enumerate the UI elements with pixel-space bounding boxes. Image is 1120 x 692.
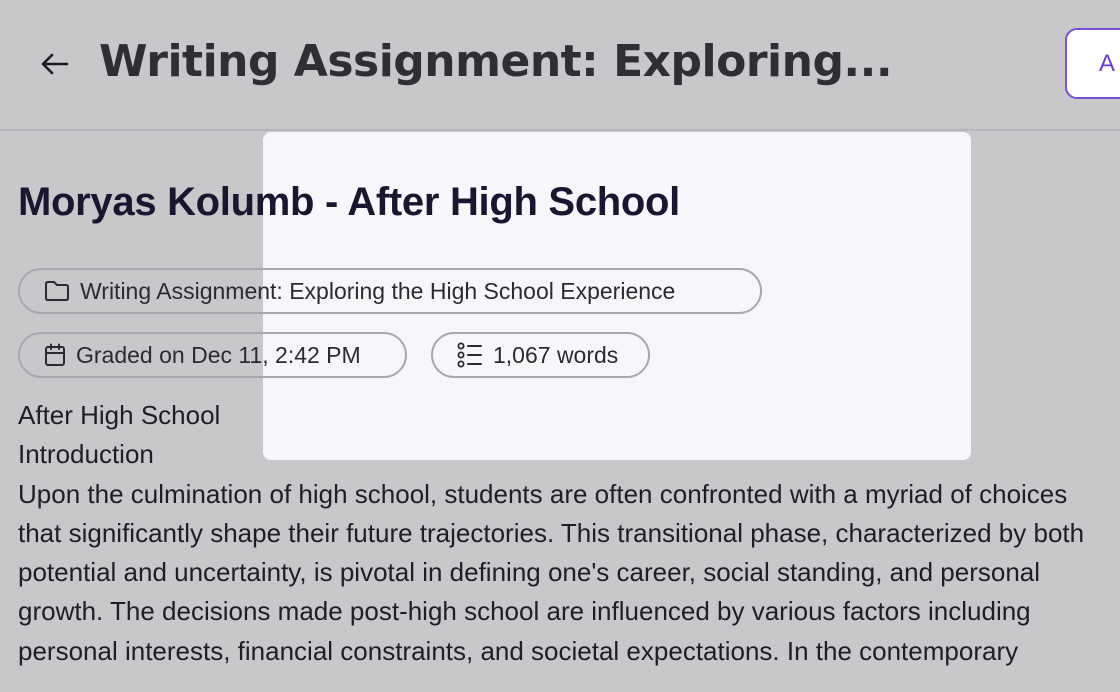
top-bar: Writing Assignment: Exploring... A: [0, 0, 1120, 131]
calendar-icon: [44, 343, 66, 367]
essay-body: After High School Introduction Upon the …: [18, 396, 1108, 671]
word-count-chip: 1,067 words: [431, 332, 650, 378]
header-action-button[interactable]: A: [1065, 28, 1120, 99]
assignment-chip[interactable]: Writing Assignment: Exploring the High S…: [18, 268, 762, 314]
graded-chip-label: Graded on Dec 11, 2:42 PM: [76, 341, 361, 368]
assignment-chip-label: Writing Assignment: Exploring the High S…: [80, 277, 676, 304]
document-title: Moryas Kolumb - After High School: [18, 180, 680, 224]
essay-heading: After High School: [18, 400, 221, 430]
list-icon: [457, 342, 483, 368]
folder-icon: [44, 280, 70, 302]
arrow-left-icon: [41, 53, 69, 75]
essay-section-title: Introduction: [18, 439, 154, 470]
graded-chip: Graded on Dec 11, 2:42 PM: [18, 332, 407, 378]
word-count-label: 1,067 words: [493, 341, 619, 368]
page-title: Writing Assignment: Exploring...: [99, 36, 893, 87]
back-button[interactable]: [34, 46, 74, 82]
essay-paragraph: Upon the culmination of high school, stu…: [18, 478, 1085, 666]
